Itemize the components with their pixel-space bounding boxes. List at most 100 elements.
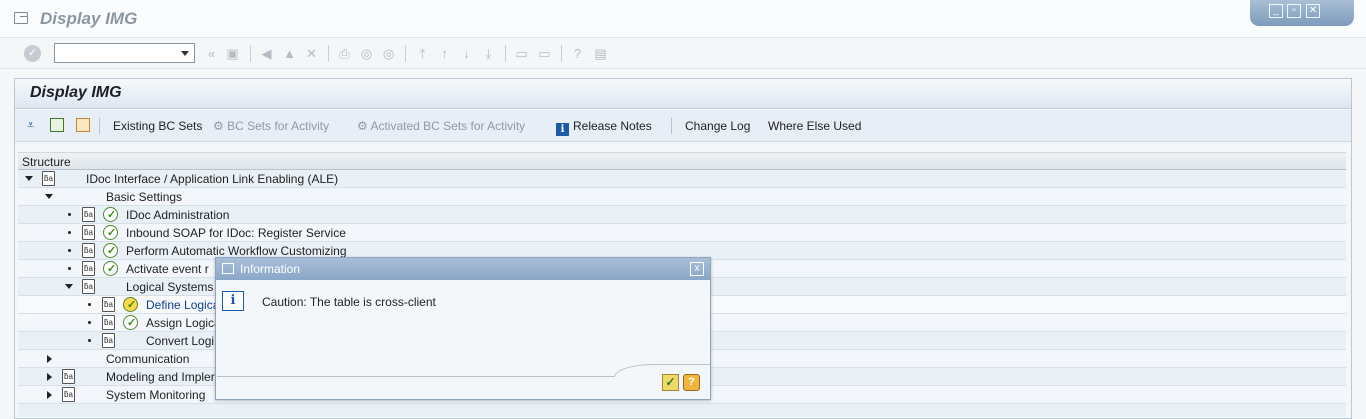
title-bar: Display IMG _ ▫ ✕ [0,0,1366,38]
find-icon[interactable]: ◎ [358,45,375,62]
bc-sets-for-activity-button[interactable]: ⚙ BC Sets for Activity [213,119,329,133]
tree-node-inbound-soap[interactable]: Inbound SOAP for IDoc: Register Service [18,224,1346,242]
chevron-down-icon[interactable] [181,51,189,56]
toolbar-separator [505,45,506,62]
information-dialog: Information x i Caution: The table is cr… [215,257,711,400]
first-page-icon[interactable]: ⤒ [414,45,431,62]
shortcut-icon[interactable]: ▭ [536,45,553,62]
collapse-icon[interactable] [25,176,33,181]
customize-layout-icon[interactable]: ▤ [592,45,609,62]
page-title: Display IMG [30,84,122,101]
window-controls: _ ▫ ✕ [1250,0,1354,26]
help-button[interactable]: ? [683,374,700,391]
documentation-icon[interactable] [82,279,95,294]
expand-icon[interactable] [47,391,52,399]
info-icon: i [556,123,569,136]
application-toolbar: ⩡ Existing BC Sets ⚙ BC Sets for Activit… [15,110,1351,142]
minimize-icon[interactable]: _ [1269,4,1283,18]
tree-node-label: Modeling and Impler [106,370,215,384]
exit-icon[interactable]: ▲ [281,45,298,62]
close-icon[interactable]: ✕ [1306,4,1320,18]
tree-node-label: Logical Systems [126,280,214,294]
tree-node-label: Convert Logi [146,334,215,348]
release-notes-button[interactable]: i Release Notes [556,119,652,136]
back-icon[interactable]: « [203,45,220,62]
tree-node-label: Define Logica [146,298,220,312]
find-next-icon[interactable]: ◎ [380,45,397,62]
tree-node-label: Inbound SOAP for IDoc: Register Service [126,226,346,240]
tree-node-ale[interactable]: IDoc Interface / Application Link Enabli… [18,170,1346,188]
help-icon[interactable]: ? [569,45,586,62]
window-menu-icon[interactable] [14,12,28,24]
window-menu-icon[interactable] [222,263,234,274]
documentation-icon[interactable] [82,261,95,276]
info-icon: i [222,291,244,311]
back-nav-icon[interactable]: ◀ [258,45,275,62]
execute-activity-icon[interactable] [123,315,138,330]
next-page-icon[interactable]: ↓ [458,45,475,62]
close-icon[interactable]: x [690,262,704,276]
dialog-message: Caution: The table is cross-client [262,295,436,309]
cancel-icon[interactable]: ✕ [303,45,320,62]
execute-activity-icon[interactable] [103,261,118,276]
documentation-icon[interactable] [62,387,75,402]
documentation-icon[interactable] [82,243,95,258]
new-session-icon[interactable]: ▭ [513,45,530,62]
dialog-divider [217,376,615,377]
tree-node-label: IDoc Administration [126,208,230,222]
panel-header: Display IMG [15,79,1351,109]
tree-node-label: Perform Automatic Workflow Customizing [126,244,347,258]
tree-node-label: IDoc Interface / Application Link Enabli… [86,172,339,186]
release-notes-label: Release Notes [573,119,652,133]
documentation-icon[interactable] [102,315,115,330]
print-icon[interactable]: ⎙ [336,45,353,62]
documentation-icon[interactable] [82,207,95,222]
toolbar-separator [250,45,251,62]
tree-node-label: Basic Settings [106,190,183,204]
window-title: Display IMG [40,9,138,28]
toolbar-separator [561,45,562,62]
standard-toolbar: ✓ « ▣ ◀ ▲ ✕ ⎙ ◎ ◎ ⤒ ↑ ↓ ⤓ ▭ ▭ ? ▤ [0,39,1366,69]
clipboard-icon[interactable] [76,118,90,132]
toolbar-separator [328,45,329,62]
expand-icon[interactable] [47,355,52,363]
execute-activity-icon[interactable] [123,297,138,312]
dialog-title-bar[interactable]: Information x [216,258,710,280]
dialog-title: Information [240,262,301,276]
collapse-icon[interactable] [65,284,73,289]
save-icon[interactable]: ▣ [224,45,241,62]
enter-icon[interactable]: ✓ [24,45,41,62]
execute-activity-icon[interactable] [103,225,118,240]
execute-activity-icon[interactable] [103,207,118,222]
last-page-icon[interactable]: ⤓ [480,45,497,62]
tree-node-idoc-administration[interactable]: IDoc Administration [18,206,1346,224]
tree-node-basic-settings[interactable]: Basic Settings [18,188,1346,206]
activated-bc-sets-label: Activated BC Sets for Activity [370,119,526,133]
existing-bc-sets-button[interactable]: Existing BC Sets [113,119,202,133]
restore-icon[interactable]: ▫ [1287,4,1301,18]
collapse-icon[interactable] [45,194,53,199]
documentation-icon[interactable] [102,297,115,312]
tree-node-label: Activate event r [126,262,209,276]
continue-button[interactable]: ✓ [662,374,679,391]
change-log-button[interactable]: Change Log [685,119,750,133]
toolbar-separator [405,45,406,62]
activated-bc-sets-button[interactable]: ⚙ Activated BC Sets for Activity [357,119,525,133]
bullet-icon [88,321,91,324]
expand-icon[interactable] [47,373,52,381]
tree-node-label: System Monitoring [106,388,206,402]
documentation-icon[interactable] [82,225,95,240]
toolbar-separator [99,118,100,134]
documentation-icon[interactable] [102,333,115,348]
execute-activity-icon[interactable] [103,243,118,258]
toolbar-separator [671,118,672,134]
command-field[interactable] [54,43,195,63]
documentation-icon[interactable] [42,171,55,186]
previous-page-icon[interactable]: ↑ [436,45,453,62]
where-else-used-button[interactable]: Where Else Used [768,119,861,133]
expand-all-icon[interactable]: ⩡ [27,118,41,132]
add-to-favorites-icon[interactable] [50,118,64,132]
documentation-icon[interactable] [62,369,75,384]
bullet-icon [68,231,71,234]
bc-sets-for-activity-label: BC Sets for Activity [227,119,330,133]
